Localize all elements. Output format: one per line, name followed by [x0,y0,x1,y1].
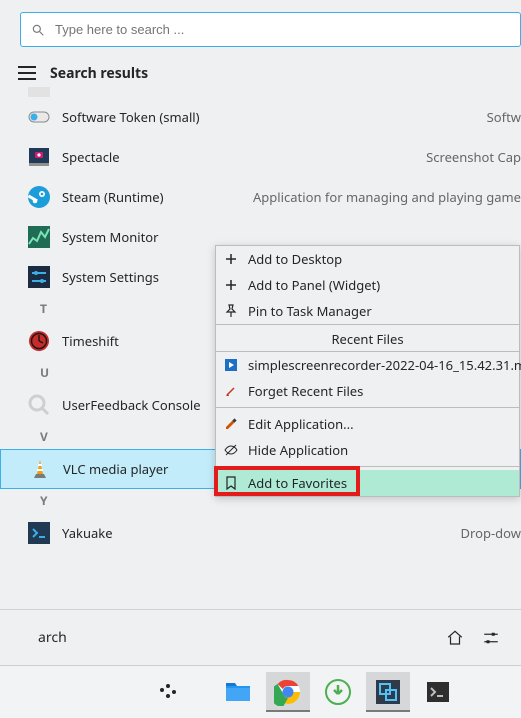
yakuake-icon [28,522,50,544]
ctx-label: Forget Recent Files [248,382,363,400]
hide-icon [224,443,238,457]
app-desc: Application for managing and playing gam… [233,188,521,206]
timeshift-icon [28,330,50,352]
system-settings-icon [28,266,50,288]
ctx-label: Hide Application [248,441,348,459]
launcher-bottom-bar: arch [0,609,521,665]
screenshot-icon [374,678,402,706]
task-file-manager[interactable] [216,672,260,712]
taskbar [0,665,521,718]
ctx-label: Edit Application... [248,415,354,433]
vlc-icon [29,458,51,480]
app-name: Software Token (small) [62,108,200,126]
list-item[interactable]: Software Token (small) Softw [0,97,521,137]
software-token-icon [28,106,50,128]
sliders-icon [482,629,500,647]
app-name: Timeshift [62,332,119,350]
task-downloader[interactable] [316,672,360,712]
video-file-icon [224,358,238,372]
app-name: Steam (Runtime) [62,188,163,206]
app-desc: Softw [467,108,521,126]
download-icon [324,678,352,706]
settings-sliders-button[interactable] [477,624,505,652]
app-desc: Drop-dow [441,524,521,542]
steam-icon [28,186,50,208]
kde-menu-icon[interactable] [158,682,178,702]
list-item[interactable]: Steam (Runtime) Application for managing… [0,177,521,217]
edit-icon [224,417,238,431]
plus-icon [224,252,238,266]
ctx-forget-recent[interactable]: Forget Recent Files [216,378,519,404]
ctx-add-panel[interactable]: Add to Panel (Widget) [216,272,519,298]
hamburger-icon[interactable] [18,66,36,80]
bookmark-icon [224,476,238,490]
app-name: UserFeedback Console [62,396,201,414]
ctx-edit-app[interactable]: Edit Application... [216,411,519,437]
ctx-label: Pin to Task Manager [248,302,372,320]
ctx-add-desktop[interactable]: Add to Desktop [216,246,519,272]
context-menu: Add to Desktop Add to Panel (Widget) Pin… [215,245,520,497]
ctx-hide-app[interactable]: Hide Application [216,437,519,463]
ctx-label: Add to Favorites [248,474,347,492]
pin-icon [224,304,238,318]
ctx-pin-task[interactable]: Pin to Task Manager [216,298,519,324]
ctx-separator [216,407,519,408]
category-label: arch [38,628,67,647]
spectacle-icon [28,146,50,168]
home-button[interactable] [441,624,469,652]
search-bar[interactable] [20,12,521,47]
app-desc: Screenshot Cap [406,148,521,166]
list-item[interactable]: Yakuake Drop-dow [0,513,521,553]
ctx-recent-file[interactable]: simplescreenrecorder-2022-04-16_15.42.31… [216,352,519,378]
app-icon [28,87,50,97]
chrome-icon [274,678,302,706]
folder-icon [224,678,252,706]
task-screenshot[interactable] [366,672,410,712]
app-launcher: Search results Software Token (small) So… [0,0,521,665]
terminal-icon [424,678,452,706]
task-terminal[interactable] [416,672,460,712]
ctx-label: Add to Desktop [248,250,342,268]
list-item[interactable] [0,83,521,97]
broom-icon [224,384,238,398]
ctx-label: simplescreenrecorder-2022-04-16_15.42.31… [248,356,521,374]
app-name: System Settings [62,268,159,286]
results-title: Search results [50,64,148,83]
list-item[interactable]: Spectacle Screenshot Cap [0,137,521,177]
ctx-add-favorites[interactable]: Add to Favorites [216,470,519,496]
plus-icon [224,278,238,292]
ctx-label: Add to Panel (Widget) [248,276,380,294]
app-name: System Monitor [62,228,159,246]
ctx-recent-header: Recent Files [216,324,519,352]
app-name: Spectacle [62,148,120,166]
task-chrome[interactable] [266,672,310,712]
system-monitor-icon [28,226,50,248]
app-name: VLC media player [63,460,168,478]
userfeedback-icon [28,394,50,416]
ctx-separator [216,466,519,467]
app-name: Yakuake [62,524,113,542]
search-icon [31,23,45,37]
search-input[interactable] [55,22,510,37]
home-icon [446,629,464,647]
